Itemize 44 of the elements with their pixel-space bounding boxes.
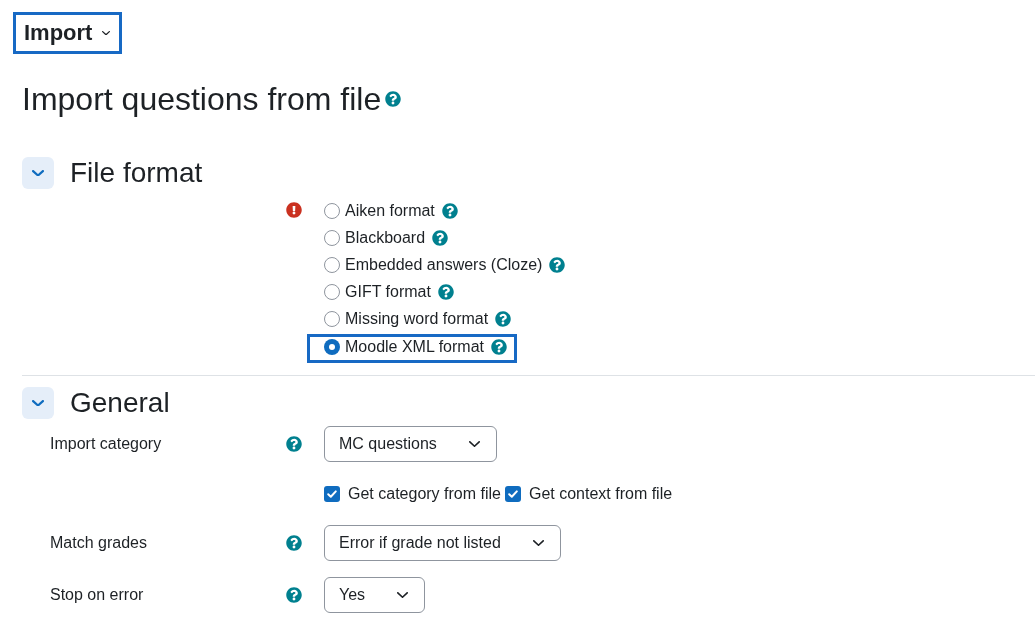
radio-label: Embedded answers (Cloze) [345, 254, 543, 275]
checkbox[interactable] [504, 485, 521, 502]
help-icon[interactable] [286, 587, 302, 604]
dropdown-button[interactable]: Import [13, 12, 123, 54]
dropdown-select[interactable]: Error if grade not listed [324, 525, 561, 562]
radio-label: Moodle XML format [345, 336, 484, 357]
dropdown-select[interactable]: Yes [324, 577, 426, 614]
help-icon[interactable] [495, 311, 512, 328]
chevron-down-icon [102, 30, 111, 36]
help-icon[interactable] [441, 202, 458, 219]
help-icon[interactable] [432, 229, 449, 246]
field-label: Stop on error [50, 585, 144, 606]
field-label: Import category [50, 434, 162, 455]
chevron-down-icon [32, 399, 44, 407]
page-title: Import questions from file [22, 80, 382, 118]
radio-button[interactable] [324, 256, 340, 273]
radio-button[interactable] [324, 311, 340, 328]
radio-button[interactable] [324, 229, 340, 246]
help-icon[interactable] [437, 284, 454, 301]
chevron-down-icon [532, 540, 544, 547]
field-label: Match grades [50, 533, 147, 554]
radio-button[interactable] [324, 284, 340, 301]
chevron-down-icon [397, 592, 409, 599]
help-icon[interactable] [286, 535, 302, 552]
chevron-down-icon [32, 169, 44, 177]
help-icon[interactable] [286, 436, 302, 453]
collapse-button[interactable] [22, 157, 54, 189]
collapse-button[interactable] [22, 387, 54, 420]
checkbox[interactable] [324, 485, 340, 502]
radio-label: Missing word format [345, 309, 489, 330]
help-icon[interactable] [491, 338, 507, 355]
radio-label: Aiken format [345, 200, 435, 221]
section-title: File format [70, 157, 203, 189]
radio-label: GIFT format [345, 282, 431, 303]
radio-label: Blackboard [345, 227, 426, 248]
help-icon[interactable] [385, 91, 402, 107]
section-title: General [70, 387, 170, 420]
dropdown-select[interactable]: MC questions [324, 426, 497, 463]
radio-button[interactable] [324, 202, 340, 219]
chevron-down-icon [468, 441, 480, 448]
radio-button[interactable] [324, 338, 340, 355]
help-icon[interactable] [549, 256, 566, 273]
checkbox-label: Get category from file [348, 483, 501, 504]
checkbox-label: Get context from file [528, 483, 673, 504]
